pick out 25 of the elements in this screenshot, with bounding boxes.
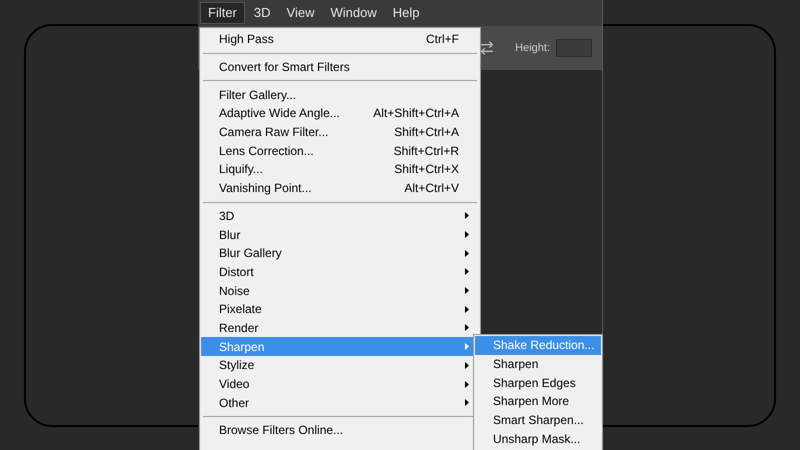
swap-icon[interactable] [479,40,496,56]
menu-item[interactable]: Convert for Smart Filters [201,58,479,76]
menu-item[interactable]: Camera Raw Filter... Shift+Ctrl+A [201,122,479,142]
menu-item[interactable]: Blur [201,225,479,244]
submenu-item[interactable]: Unsharp Mask... [475,429,601,448]
menu-item[interactable]: Noise [201,281,479,300]
menu-item[interactable]: Distort [201,262,479,282]
menu-item[interactable]: Render [201,318,479,338]
menu-item[interactable]: Filter Gallery... [201,85,479,104]
menu-item[interactable]: Blur Gallery [201,244,479,263]
menu-item[interactable]: Lens Correction... Shift+Ctrl+R [201,141,479,160]
menu-item[interactable]: Vanishing Point... Alt+Ctrl+V [201,178,479,198]
menu-bar-item[interactable]: Filter [200,2,245,24]
submenu-item[interactable]: Smart Sharpen... [475,410,601,430]
menu-bar-item[interactable]: View [280,2,322,24]
menu-bar-item[interactable]: 3D [246,2,278,24]
menu-item[interactable]: Pixelate [201,300,479,319]
menu-item[interactable]: Liquify... Shift+Ctrl+X [201,160,479,179]
menu-item[interactable]: Adaptive Wide Angle... Alt+Shift+Ctrl+A [201,104,479,123]
menu-bar-item[interactable]: Help [386,2,426,24]
height-label: Height: [515,40,550,56]
menu-item[interactable]: High Pass Ctrl+F [201,30,479,49]
height-field[interactable] [556,39,592,57]
menu-item[interactable]: 3D [201,206,479,226]
menu-bar-item[interactable]: Window [323,2,384,24]
